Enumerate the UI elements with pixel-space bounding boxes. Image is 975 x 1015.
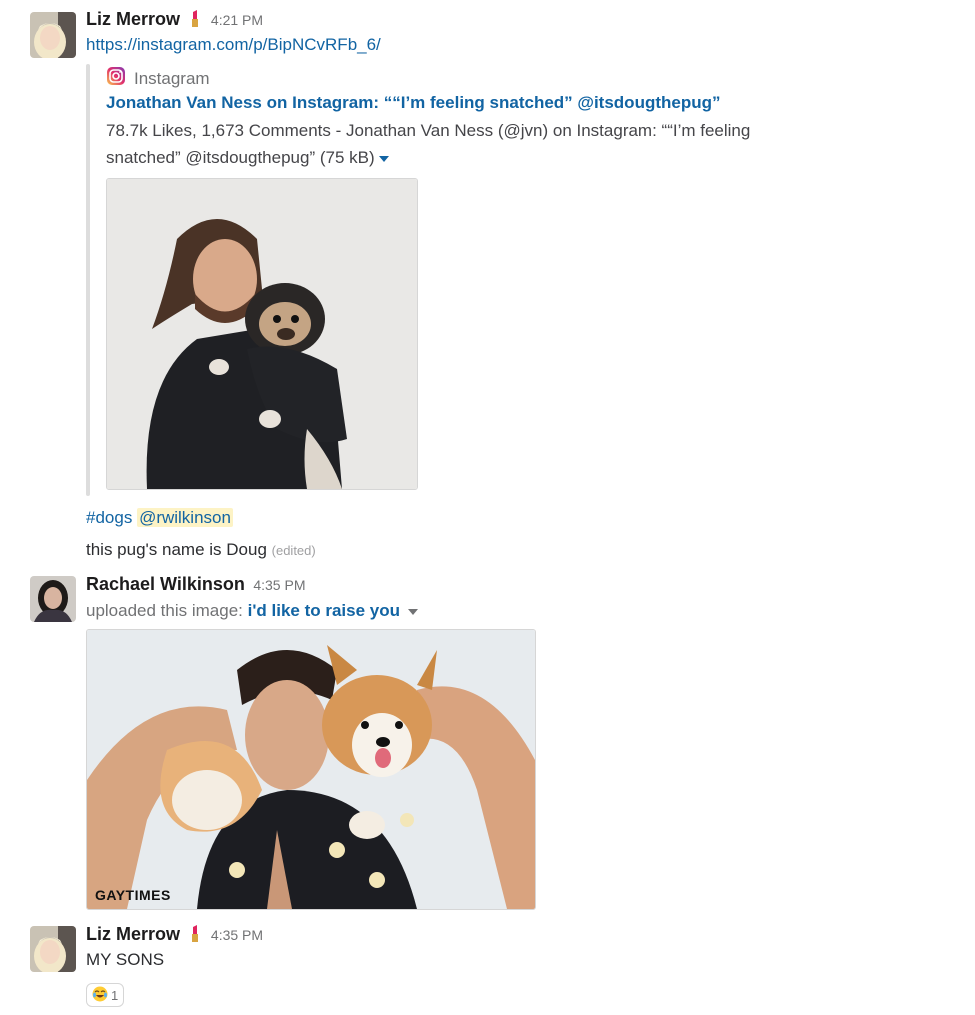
timestamp[interactable]: 4:35 PM [211, 927, 263, 943]
unfurl-title[interactable]: Jonathan Van Ness on Instagram: ““I’m fe… [106, 93, 721, 113]
hashtag-link[interactable]: #dogs [86, 508, 132, 527]
instagram-link[interactable]: https://instagram.com/p/BipNCvRFb_6/ [86, 35, 381, 54]
message-text: MY SONS [86, 950, 165, 969]
timestamp[interactable]: 4:21 PM [211, 12, 263, 28]
avatar-rachael-wilkinson[interactable] [30, 576, 76, 622]
image-watermark: GAYTIMES [95, 887, 171, 903]
avatar-liz-merrow[interactable] [30, 12, 76, 58]
reaction-count: 1 [111, 987, 119, 1003]
message-text: this pug's name is Doug [86, 540, 267, 559]
reaction-button[interactable]: 1 [86, 983, 125, 1007]
uploaded-file-name[interactable]: i'd like to raise you [248, 601, 400, 620]
instagram-icon [106, 66, 126, 91]
joy-emoji-icon [92, 986, 108, 1005]
author-name[interactable]: Liz Merrow [86, 9, 180, 29]
caret-down-icon[interactable] [378, 155, 389, 162]
unfurl-image[interactable] [106, 178, 418, 490]
edited-label: (edited) [271, 543, 316, 558]
caret-down-icon[interactable] [408, 608, 418, 615]
unfurl-description-line2: snatched” @itsdougthepug” (75 kB) [106, 148, 375, 167]
unfurl-border [86, 64, 90, 496]
lipstick-icon [190, 9, 200, 32]
lipstick-icon [190, 924, 200, 947]
author-name[interactable]: Liz Merrow [86, 924, 180, 944]
unfurl-description-line1: 78.7k Likes, 1,673 Comments - Jonathan V… [106, 121, 751, 140]
uploaded-image[interactable]: GAYTIMES [86, 629, 536, 910]
upload-prefix: uploaded this image: [86, 601, 243, 620]
unfurl-description: 78.7k Likes, 1,673 Comments - Jonathan V… [106, 117, 750, 171]
avatar-liz-merrow[interactable] [30, 926, 76, 972]
author-name[interactable]: Rachael Wilkinson [86, 574, 245, 594]
user-mention[interactable]: @rwilkinson [137, 508, 233, 527]
unfurl-service-name: Instagram [134, 68, 210, 88]
timestamp[interactable]: 4:35 PM [253, 577, 305, 593]
